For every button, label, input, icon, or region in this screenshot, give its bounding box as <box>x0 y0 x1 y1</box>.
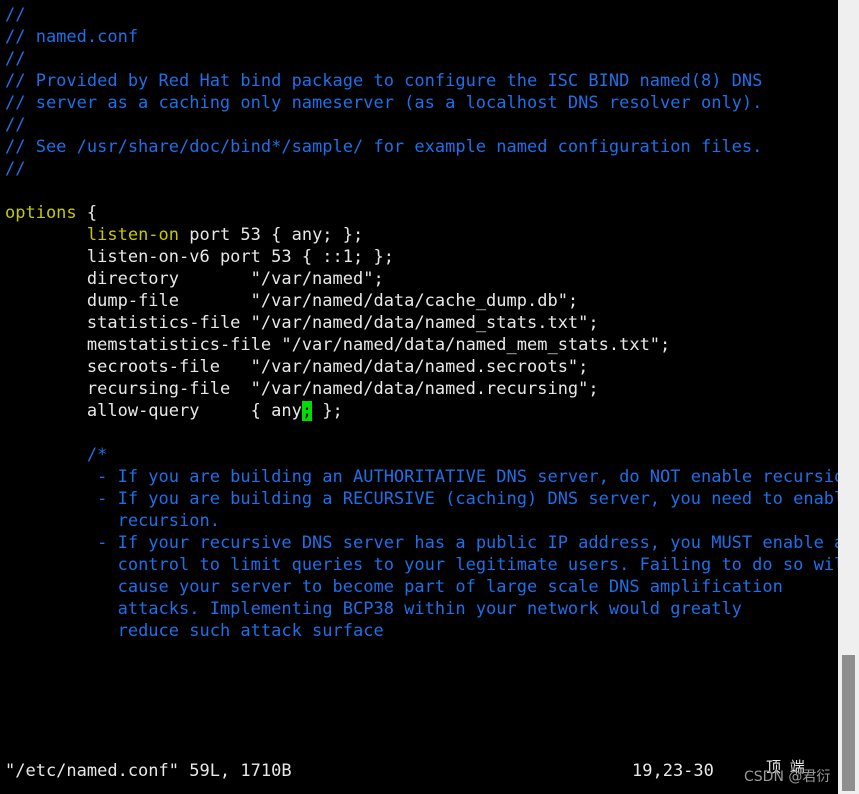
editor-line[interactable]: // See /usr/share/doc/bind*/sample/ for … <box>5 136 835 158</box>
line-segment: - If your recursive DNS server has a pub… <box>97 533 838 553</box>
editor-line[interactable]: listen-on port 53 { any; }; <box>5 224 835 246</box>
line-segment: dump-file "/var/named/data/cache_dump.db… <box>86 291 579 311</box>
line-segment: listen-on <box>86 225 180 245</box>
line-segment: // Provided by Red Hat bind package to c… <box>5 71 763 91</box>
editor-line[interactable]: allow-query { any; }; <box>5 400 835 422</box>
editor-line[interactable]: directory "/var/named"; <box>5 268 835 290</box>
editor-line[interactable]: - If your recursive DNS server has a pub… <box>5 532 838 554</box>
editor-line[interactable]: options { <box>5 202 835 224</box>
editor-line[interactable]: // Provided by Red Hat bind package to c… <box>5 70 835 92</box>
line-segment: reduce such attack surface <box>117 621 384 641</box>
line-segment: - If you are building an AUTHORITATIVE D… <box>97 467 838 487</box>
line-segment: recursing-file "/var/named/data/named.re… <box>86 379 599 399</box>
line-segment: // <box>5 115 26 135</box>
text-buffer[interactable]: //// named.conf//// Provided by Red Hat … <box>5 4 838 642</box>
line-segment: // See /usr/share/doc/bind*/sample/ for … <box>5 137 763 157</box>
editor-line[interactable]: - If you are building an AUTHORITATIVE D… <box>5 466 838 488</box>
line-segment: }; <box>312 401 343 421</box>
vim-editor[interactable]: //// named.conf//// Provided by Red Hat … <box>0 0 838 794</box>
editor-line[interactable]: cause your server to become part of larg… <box>5 576 835 598</box>
line-segment: control to limit queries to your legitim… <box>117 555 838 575</box>
editor-line[interactable]: attacks. Implementing BCP38 within your … <box>5 598 835 620</box>
terminal-window: //// named.conf//// Provided by Red Hat … <box>0 0 859 794</box>
line-segment: secroots-file "/var/named/data/named.sec… <box>86 357 589 377</box>
editor-line[interactable]: // server as a caching only nameserver (… <box>5 92 835 114</box>
editor-line[interactable] <box>5 422 835 444</box>
line-segment: // named.conf <box>5 27 139 47</box>
editor-line[interactable] <box>5 180 835 202</box>
line-segment: // <box>5 49 26 69</box>
editor-line[interactable]: // <box>5 158 835 180</box>
line-segment: // server as a caching only nameserver (… <box>5 93 763 113</box>
status-scroll-indicator: 顶 端 <box>766 758 807 776</box>
line-segment: cause your server to become part of larg… <box>117 577 783 597</box>
editor-line[interactable]: dump-file "/var/named/data/cache_dump.db… <box>5 290 835 312</box>
editor-line[interactable]: recursing-file "/var/named/data/named.re… <box>5 378 835 400</box>
editor-line[interactable]: // <box>5 114 835 136</box>
line-segment: // <box>5 159 26 179</box>
editor-line[interactable]: secroots-file "/var/named/data/named.sec… <box>5 356 835 378</box>
scrollbar-thumb[interactable] <box>842 655 855 791</box>
line-segment: allow-query { any <box>86 401 302 421</box>
line-segment: - If you are building a RECURSIVE (cachi… <box>97 489 838 509</box>
text-cursor: ; <box>301 401 313 421</box>
vim-status-line: "/etc/named.conf" 59L, 1710B 19,23-30 顶 … <box>0 758 838 782</box>
line-segment: attacks. Implementing BCP38 within your … <box>117 599 742 619</box>
line-segment: listen-on-v6 port 53 { ::1; }; <box>86 247 394 267</box>
editor-line[interactable]: statistics-file "/var/named/data/named_s… <box>5 312 835 334</box>
line-segment: port 53 { any; }; <box>179 225 364 245</box>
status-filename: "/etc/named.conf" 59L, 1710B <box>5 761 292 781</box>
editor-line[interactable]: /* <box>5 444 835 466</box>
editor-line[interactable]: // <box>5 4 835 26</box>
status-cursor-position: 19,23-30 <box>632 761 714 781</box>
line-segment: statistics-file "/var/named/data/named_s… <box>86 313 599 333</box>
scrollbar[interactable] <box>838 0 859 794</box>
line-segment: recursion. <box>117 511 220 531</box>
editor-line[interactable]: // named.conf <box>5 26 835 48</box>
line-segment: directory "/var/named"; <box>86 269 384 289</box>
editor-line[interactable]: listen-on-v6 port 53 { ::1; }; <box>5 246 835 268</box>
editor-line[interactable]: recursion. <box>5 510 835 532</box>
line-segment: { <box>76 203 98 223</box>
editor-line[interactable]: reduce such attack surface <box>5 620 835 642</box>
line-segment: // <box>5 5 26 25</box>
line-segment: /* <box>86 445 108 465</box>
line-segment: options <box>5 203 77 223</box>
line-segment: memstatistics-file "/var/named/data/name… <box>86 335 671 355</box>
editor-line[interactable]: control to limit queries to your legitim… <box>5 554 838 576</box>
editor-line[interactable]: - If you are building a RECURSIVE (cachi… <box>5 488 838 510</box>
editor-line[interactable]: memstatistics-file "/var/named/data/name… <box>5 334 835 356</box>
editor-line[interactable]: // <box>5 48 835 70</box>
